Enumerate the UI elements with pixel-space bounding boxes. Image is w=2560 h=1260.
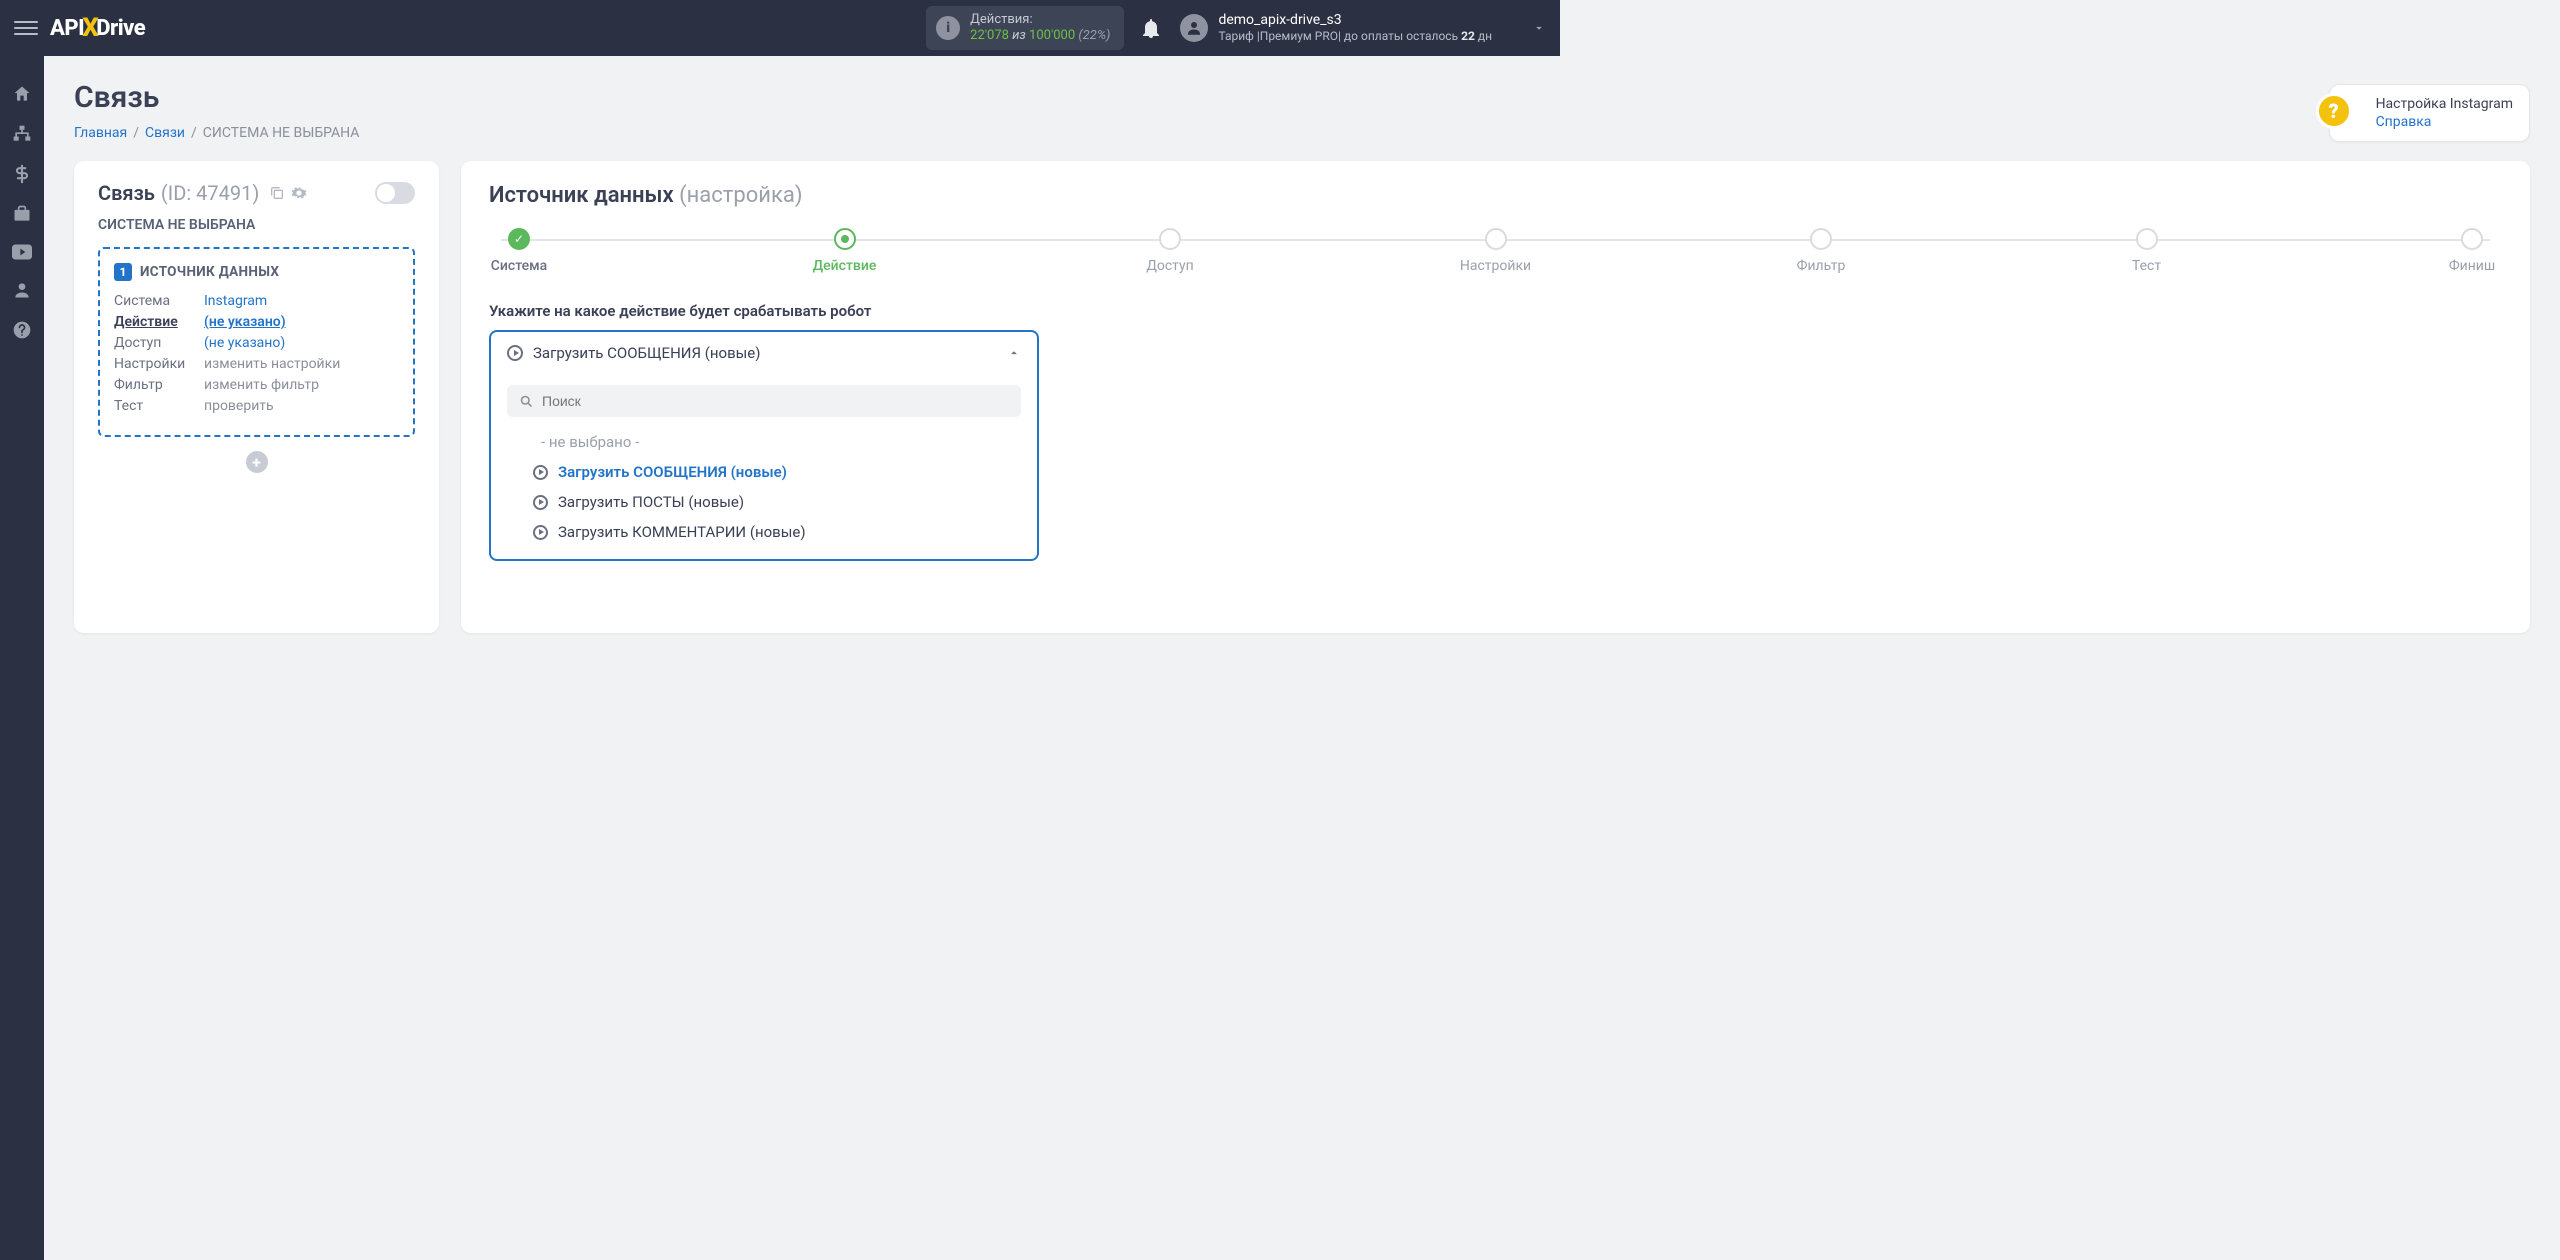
- app-logo[interactable]: APIXDrive: [50, 13, 145, 43]
- source-config-card: Источник данных (настройка) ✓Система Дей…: [461, 161, 2530, 633]
- src-filter[interactable]: изменить фильтр: [204, 377, 319, 393]
- gear-icon[interactable]: [291, 185, 307, 201]
- help-chip[interactable]: ? Настройка Instagram Справка: [2329, 84, 2530, 142]
- play-icon: [507, 345, 523, 361]
- dropdown-search[interactable]: [507, 385, 1021, 417]
- step-system[interactable]: ✓Система: [489, 228, 549, 274]
- play-icon: [533, 525, 548, 540]
- search-input[interactable]: [542, 393, 1009, 409]
- conn-subtitle: СИСТЕМА НЕ ВЫБРАНА: [98, 217, 415, 233]
- option-comments[interactable]: Загрузить КОММЕНТАРИИ (новые): [507, 517, 1021, 547]
- conn-title: Связь: [98, 181, 155, 205]
- wizard-steps: ✓Система Действие Доступ Настройки Фильт…: [489, 228, 2502, 274]
- step-test[interactable]: Тест: [2117, 228, 2177, 274]
- info-icon: i: [936, 16, 960, 40]
- actions-counter[interactable]: i Действия: 22'078 из 100'000 (22%): [926, 6, 1124, 51]
- option-posts[interactable]: Загрузить ПОСТЫ (новые): [507, 487, 1021, 517]
- action-select: Загрузить СООБЩЕНИЯ (новые) - не выбрано…: [489, 330, 1039, 561]
- option-messages[interactable]: Загрузить СООБЩЕНИЯ (новые): [507, 457, 1021, 487]
- user-menu[interactable]: demo_apix-drive_s3 Тариф |Премиум PRO| д…: [1180, 12, 1546, 45]
- select-value: Загрузить СООБЩЕНИЯ (новые): [533, 344, 997, 362]
- action-field-label: Укажите на какое действие будет срабатыв…: [489, 302, 2502, 320]
- search-icon: [519, 394, 534, 409]
- user-name: demo_apix-drive_s3: [1218, 12, 1492, 30]
- page-title: Связь: [74, 80, 2530, 115]
- breadcrumb-current: СИСТЕМА НЕ ВЫБРАНА: [203, 125, 360, 141]
- help-link[interactable]: Справка: [2376, 113, 2513, 131]
- play-icon: [533, 465, 548, 480]
- left-nav-rail: [0, 56, 44, 1260]
- copy-icon[interactable]: [269, 185, 285, 201]
- actions-label: Действия:: [970, 12, 1110, 28]
- step-settings[interactable]: Настройки: [1466, 228, 1526, 274]
- breadcrumb: Главная/Связи/СИСТЕМА НЕ ВЫБРАНА: [74, 125, 2530, 141]
- src-action[interactable]: (не указано): [204, 314, 286, 330]
- enable-toggle[interactable]: [375, 182, 415, 204]
- step-finish[interactable]: Финиш: [2442, 228, 2502, 274]
- hamburger-icon[interactable]: [14, 16, 38, 40]
- source-box: 1 ИСТОЧНИК ДАННЫХ СистемаInstagram Дейст…: [98, 247, 415, 437]
- briefcase-icon[interactable]: [12, 204, 32, 224]
- help-icon[interactable]: [12, 320, 32, 340]
- sitemap-icon[interactable]: [12, 124, 32, 144]
- actions-value: 22'078 из 100'000 (22%): [970, 28, 1110, 44]
- dollar-icon[interactable]: [12, 164, 32, 184]
- logo-x-icon: X: [82, 13, 98, 43]
- user-icon[interactable]: [12, 280, 32, 300]
- source-head: ИСТОЧНИК ДАННЫХ: [140, 264, 279, 280]
- user-tariff: Тариф |Премиум PRO| до оплаты осталось 2…: [1218, 29, 1492, 44]
- chevron-down-icon: [1532, 21, 1546, 35]
- step-action[interactable]: Действие: [815, 228, 875, 274]
- chevron-up-icon: [1007, 346, 1021, 360]
- breadcrumb-home[interactable]: Главная: [74, 125, 127, 141]
- src-system[interactable]: Instagram: [204, 293, 267, 309]
- select-head[interactable]: Загрузить СООБЩЕНИЯ (новые): [491, 332, 1037, 374]
- home-icon[interactable]: [12, 84, 32, 104]
- conn-id: (ID: 47491): [161, 181, 259, 205]
- card-title: Источник данных (настройка): [489, 183, 2502, 208]
- main-content: ? Настройка Instagram Справка Связь Глав…: [44, 56, 2560, 1260]
- option-placeholder[interactable]: - не выбрано -: [507, 427, 1021, 457]
- question-icon: ?: [2316, 93, 2352, 129]
- connection-summary-card: Связь (ID: 47491) СИСТЕМА НЕ ВЫБРАНА 1 И…: [74, 161, 439, 633]
- step-access[interactable]: Доступ: [1140, 228, 1200, 274]
- app-header: APIXDrive i Действия: 22'078 из 100'000 …: [0, 0, 1560, 56]
- help-title: Настройка Instagram: [2376, 95, 2513, 113]
- src-test[interactable]: проверить: [204, 398, 274, 414]
- src-settings[interactable]: изменить настройки: [204, 356, 340, 372]
- select-dropdown: - не выбрано - Загрузить СООБЩЕНИЯ (новы…: [491, 374, 1037, 559]
- bell-icon[interactable]: [1142, 18, 1160, 38]
- add-destination-button[interactable]: +: [246, 451, 268, 473]
- step-number-badge: 1: [114, 263, 132, 281]
- play-icon: [533, 495, 548, 510]
- youtube-icon[interactable]: [12, 244, 32, 260]
- breadcrumb-links[interactable]: Связи: [145, 125, 185, 141]
- avatar-icon: [1180, 14, 1208, 42]
- step-filter[interactable]: Фильтр: [1791, 228, 1851, 274]
- src-access[interactable]: (не указано): [204, 335, 285, 351]
